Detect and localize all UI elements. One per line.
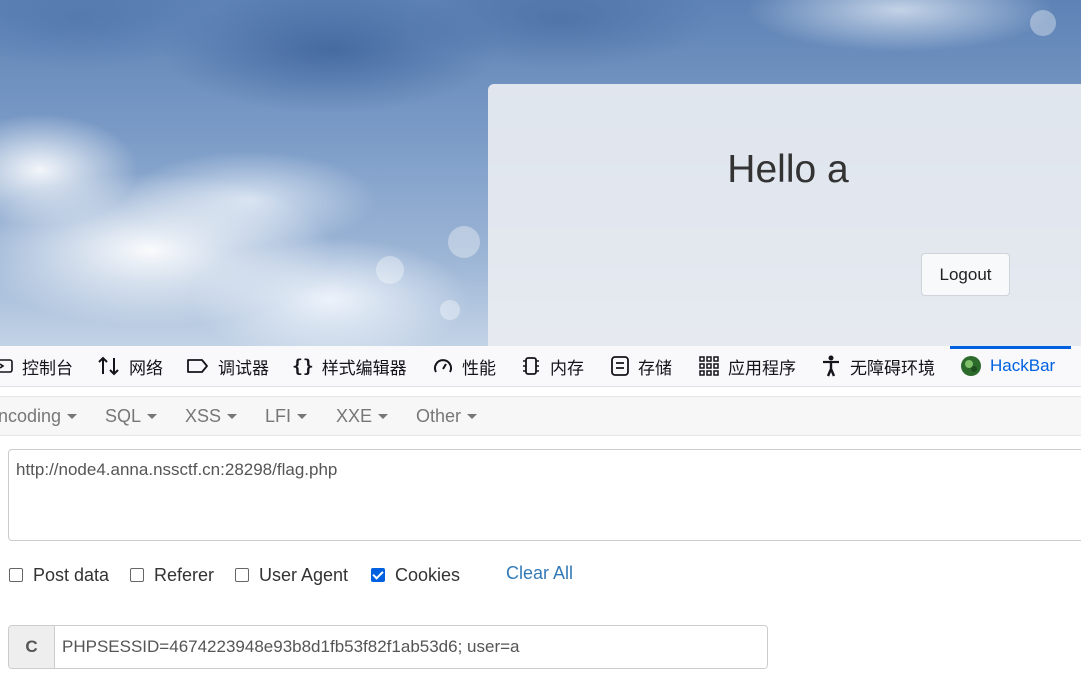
tab-application[interactable]: 应用程序	[698, 346, 796, 386]
caret-down-icon	[297, 413, 308, 419]
tab-performance[interactable]: 性能	[432, 346, 496, 386]
logout-button[interactable]: Logout	[921, 253, 1010, 296]
user-agent-label: User Agent	[259, 564, 349, 585]
cookie-input-group: C	[8, 625, 768, 669]
bokeh-decoration	[440, 300, 460, 320]
accessibility-icon	[823, 355, 839, 377]
post-data-checkbox[interactable]	[9, 568, 23, 582]
tab-console[interactable]: 控制台	[0, 346, 73, 386]
grid-icon	[699, 356, 719, 376]
cookie-prefix-label: C	[9, 626, 55, 668]
hackbar-logo-icon	[961, 356, 981, 376]
memory-chip-icon	[523, 357, 539, 375]
menu-sql[interactable]: SQL	[105, 397, 158, 435]
console-icon	[0, 359, 13, 373]
menu-xxe[interactable]: XXE	[336, 397, 389, 435]
tab-label: HackBar	[990, 356, 1056, 375]
referer-option[interactable]: Referer	[130, 563, 214, 587]
user-agent-checkbox[interactable]	[235, 568, 249, 582]
network-arrows-icon	[98, 356, 119, 376]
referer-label: Referer	[154, 564, 215, 585]
tab-label: 应用程序	[728, 358, 796, 378]
tab-label: 样式编辑器	[321, 358, 407, 378]
tab-label: 性能	[462, 358, 496, 378]
menu-label: LFI	[265, 405, 292, 426]
menu-lfi[interactable]: LFI	[265, 397, 308, 435]
menu-label: Other	[416, 405, 462, 426]
tab-debugger[interactable]: 调试器	[186, 346, 269, 386]
tab-label: 控制台	[22, 358, 73, 378]
menu-other[interactable]: Other	[416, 397, 478, 435]
caret-down-icon	[67, 413, 78, 419]
clear-all-link[interactable]: Clear All	[506, 563, 573, 584]
tab-label: 存储	[638, 358, 672, 378]
cookies-checkbox[interactable]	[371, 568, 385, 582]
url-textarea[interactable]: http://node4.anna.nssctf.cn:28298/flag.p…	[8, 449, 1081, 541]
tab-label: 网络	[129, 358, 163, 378]
menu-label: XSS	[185, 405, 222, 426]
tab-network[interactable]: 网络	[97, 346, 163, 386]
caret-down-icon	[227, 413, 238, 419]
debugger-tag-icon	[187, 359, 208, 373]
tab-label: 无障碍环境	[850, 358, 935, 378]
user-agent-option[interactable]: User Agent	[235, 563, 348, 587]
caret-down-icon	[378, 413, 389, 419]
greeting-heading: Hello a	[727, 148, 849, 191]
tab-label: 调试器	[218, 358, 269, 378]
menu-label: XXE	[336, 405, 373, 426]
tab-hackbar[interactable]: HackBar	[950, 346, 1071, 386]
menu-xss[interactable]: XSS	[185, 397, 238, 435]
tab-storage[interactable]: 存储	[610, 346, 672, 386]
storage-icon	[611, 356, 629, 376]
gauge-icon	[434, 359, 452, 373]
hackbar-menu-bar: ncoding SQL XSS LFI XXE Other	[0, 396, 1081, 436]
braces-icon: {}	[292, 355, 314, 377]
post-data-label: Post data	[33, 564, 110, 585]
tab-style-editor[interactable]: {} 样式编辑器	[292, 346, 407, 386]
caret-down-icon	[147, 413, 158, 419]
menu-encoding[interactable]: ncoding	[0, 397, 78, 435]
cookie-input[interactable]	[55, 626, 767, 668]
devtools-tab-bar: 控制台 网络 调试器 {} 样式编辑器 性能 内存 存储 应用程序 无障碍环境 …	[0, 346, 1081, 387]
tab-accessibility[interactable]: 无障碍环境	[820, 346, 935, 386]
referer-checkbox[interactable]	[130, 568, 144, 582]
cookies-option[interactable]: Cookies	[371, 563, 460, 587]
post-data-option[interactable]: Post data	[9, 563, 109, 587]
cookies-label: Cookies	[395, 564, 461, 585]
tab-memory[interactable]: 内存	[520, 346, 584, 386]
bokeh-decoration	[376, 256, 404, 284]
menu-label: SQL	[105, 405, 142, 426]
web-page-viewport: Hello a Logout	[0, 0, 1081, 346]
bokeh-decoration	[448, 226, 480, 258]
caret-down-icon	[467, 413, 478, 419]
tab-label: 内存	[550, 358, 584, 378]
menu-label: ncoding	[0, 405, 62, 426]
